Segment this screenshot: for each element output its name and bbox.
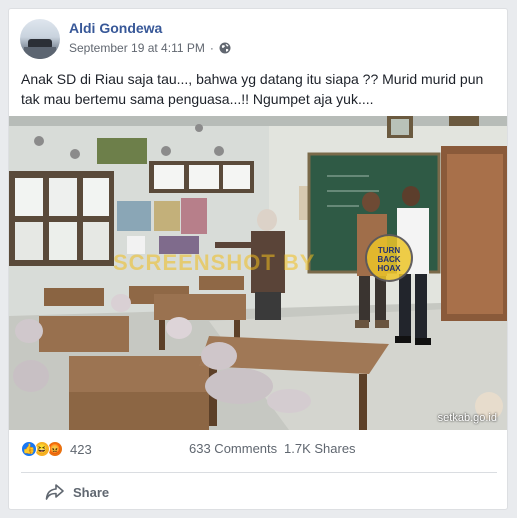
reactions-summary[interactable]: 👍 😆 😡 423	[21, 441, 92, 457]
author-name[interactable]: Aldi Gondewa	[69, 20, 162, 36]
post-text: Anak SD di Riau saja tau..., bahwa yg da…	[21, 71, 484, 107]
watermark-text: SCREENSHOT BY	[113, 250, 316, 275]
share-icon	[45, 484, 64, 500]
reaction-count: 423	[70, 441, 92, 457]
shares-count[interactable]: 1.7K Shares	[284, 441, 356, 456]
avatar-detail	[24, 47, 56, 59]
post-photo[interactable]: SCREENSHOT BY TURN BACK HOAX setkab.go.i…	[9, 116, 507, 430]
divider	[21, 472, 497, 473]
comments-count[interactable]: 633 Comments	[189, 441, 277, 456]
engagement-stats: 👍 😆 😡 423 633 Comments 1.7K Shares	[21, 441, 497, 461]
photo-credit: setkab.go.id	[437, 412, 497, 424]
badge-line: TURN	[377, 246, 401, 255]
post-timestamp[interactable]: September 19 at 4:11 PM	[69, 41, 205, 55]
post-card: Aldi Gondewa September 19 at 4:11 PM · A…	[8, 8, 508, 510]
globe-icon[interactable]	[219, 42, 231, 54]
meta-separator: ·	[209, 41, 214, 55]
avatar[interactable]	[20, 19, 60, 59]
hoax-badge: TURN BACK HOAX	[365, 234, 413, 282]
badge-line: BACK	[377, 255, 401, 264]
post-meta: September 19 at 4:11 PM ·	[69, 41, 231, 55]
like-icon: 👍	[21, 441, 37, 457]
badge-line: HOAX	[377, 264, 401, 273]
share-label: Share	[73, 484, 110, 500]
share-button[interactable]: Share	[45, 483, 109, 501]
